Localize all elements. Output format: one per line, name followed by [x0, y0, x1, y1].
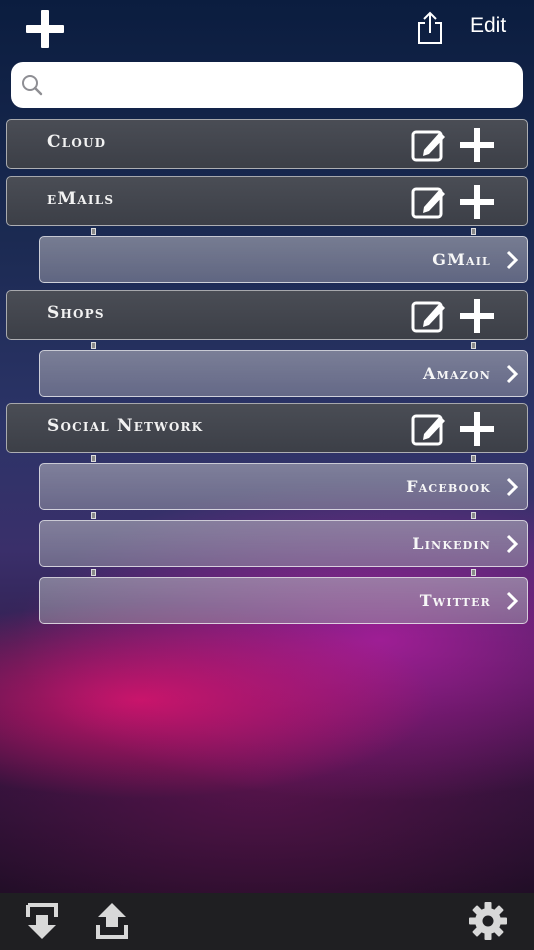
chevron-right-icon	[506, 364, 519, 384]
import-icon[interactable]	[24, 901, 60, 941]
edit-icon[interactable]	[410, 126, 448, 164]
group-label: Social Network	[47, 416, 204, 436]
edit-icon[interactable]	[410, 183, 448, 221]
search-icon	[22, 75, 43, 96]
item-row-linkedin[interactable]: Linkedin	[39, 520, 528, 567]
item-label: GMail	[432, 250, 491, 269]
group-row-cloud[interactable]: Cloud	[6, 119, 528, 169]
plus-icon[interactable]	[458, 183, 496, 221]
connector	[471, 228, 476, 235]
chevron-right-icon	[506, 250, 519, 270]
connector	[91, 512, 96, 519]
item-label: Amazon	[423, 364, 491, 383]
group-row-shops[interactable]: Shops	[6, 290, 528, 340]
group-label: Shops	[47, 303, 105, 323]
share-icon[interactable]	[416, 11, 444, 45]
connector	[91, 569, 96, 576]
connector	[91, 342, 96, 349]
export-icon[interactable]	[94, 901, 130, 941]
connector	[471, 512, 476, 519]
edit-icon[interactable]	[410, 297, 448, 335]
gear-icon[interactable]	[468, 901, 508, 941]
connector	[471, 569, 476, 576]
plus-icon[interactable]	[458, 297, 496, 335]
chevron-right-icon	[506, 534, 519, 554]
group-row-emails[interactable]: eMails	[6, 176, 528, 226]
item-row-amazon[interactable]: Amazon	[39, 350, 528, 397]
add-group-plus-icon[interactable]	[24, 8, 66, 50]
group-row-social-network[interactable]: Social Network	[6, 403, 528, 453]
top-bar: Edit	[0, 0, 534, 58]
chevron-right-icon	[506, 591, 519, 611]
connector	[471, 455, 476, 462]
item-row-twitter[interactable]: Twitter	[39, 577, 528, 624]
connector	[471, 342, 476, 349]
search-input[interactable]	[55, 70, 519, 102]
group-label: eMails	[47, 189, 115, 209]
item-label: Linkedin	[412, 534, 491, 553]
item-row-facebook[interactable]: Facebook	[39, 463, 528, 510]
item-label: Facebook	[406, 477, 491, 496]
group-label: Cloud	[47, 132, 107, 152]
connector	[91, 455, 96, 462]
edit-button[interactable]: Edit	[470, 14, 506, 38]
item-label: Twitter	[419, 591, 491, 610]
edit-icon[interactable]	[410, 410, 448, 448]
search-bar[interactable]	[11, 62, 523, 108]
connector	[91, 228, 96, 235]
chevron-right-icon	[506, 477, 519, 497]
plus-icon[interactable]	[458, 126, 496, 164]
bottom-toolbar	[0, 893, 534, 950]
item-row-gmail[interactable]: GMail	[39, 236, 528, 283]
plus-icon[interactable]	[458, 410, 496, 448]
